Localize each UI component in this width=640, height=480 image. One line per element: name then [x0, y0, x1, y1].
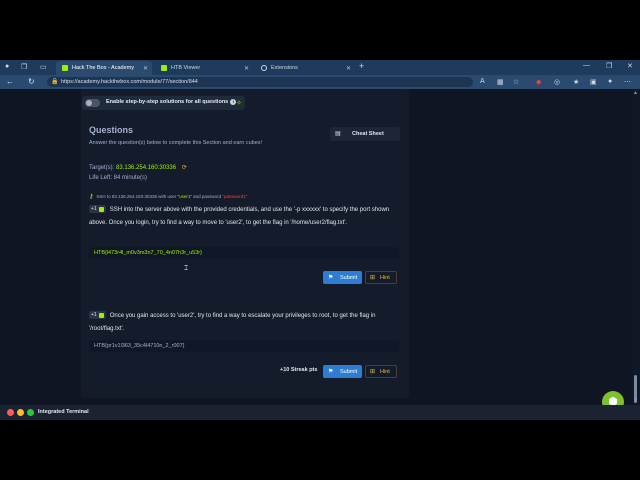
solutions-toggle-label: Enable step-by-step solutions for all qu…	[106, 99, 237, 105]
hint-icon: ⊞	[370, 369, 376, 375]
hint-button-2[interactable]: ⊞ Hint	[365, 365, 397, 378]
terminal-label: Integrated Terminal	[38, 409, 89, 415]
cheat-sheet-button[interactable]: ▤ Cheat Sheet	[330, 127, 400, 141]
terminal-maximize-icon[interactable]	[27, 409, 34, 416]
back-icon[interactable]: ←	[6, 77, 14, 86]
cube-icon	[98, 312, 104, 318]
lock-icon: 🔒	[51, 79, 59, 85]
hint-label: Hint	[380, 369, 390, 375]
collections-icon[interactable]: ▣	[590, 78, 597, 86]
hint-icon: ⊞	[370, 275, 376, 281]
browser-window: ● ❐ ▭ Hack The Box - Academy ✕ HTB Viewe…	[0, 60, 640, 420]
profile-avatar-icon[interactable]: ●	[608, 78, 612, 85]
ssh-password: "password1"	[222, 194, 248, 199]
submit-label: Submit	[340, 369, 358, 375]
cube-icon	[98, 206, 104, 212]
scroll-down-icon[interactable]: ▼	[633, 397, 638, 403]
browser-essentials-icon[interactable]: ◎	[554, 78, 560, 86]
tab-strip: ● ❐ ▭ Hack The Box - Academy ✕ HTB Viewe…	[0, 60, 640, 75]
magic-wand-icon: ✧	[236, 100, 242, 107]
close-tab-icon[interactable]: ✕	[143, 65, 148, 72]
question-1-text: +1 SSH into the server above with the pro…	[89, 205, 390, 226]
tab-extensions[interactable]: Extensions ✕	[255, 61, 355, 75]
read-aloud-icon[interactable]: A	[480, 78, 485, 85]
settings-menu-icon[interactable]: ⋯	[624, 78, 631, 86]
document-icon: ▤	[335, 131, 341, 137]
answer-input-2[interactable]: HTB{pr1v1l363_35c4l4710n_2_r007}	[89, 340, 399, 352]
url-text: https://academy.hackthebox.com/module/77…	[61, 79, 198, 85]
close-window-icon[interactable]: ✕	[627, 62, 633, 70]
htb-favicon-icon	[62, 65, 68, 71]
target-line: Target(s): 83.136.254.160:30336 ⟳	[89, 164, 187, 171]
flag-icon: ⚑	[328, 275, 334, 281]
solutions-toggle-bar: Enable step-by-step solutions for all qu…	[82, 96, 245, 110]
page-content: Enable step-by-step solutions for all qu…	[0, 89, 632, 405]
url-field[interactable]: 🔒 https://academy.hackthebox.com/module/…	[47, 77, 473, 87]
hint-button-1[interactable]: ⊞ Hint	[365, 271, 397, 284]
target-ip: 83.136.254.160:30336	[116, 165, 177, 171]
integrated-terminal-bar[interactable]: Integrated Terminal	[0, 405, 640, 420]
page-scrollbar[interactable]: ▲ ▼	[632, 89, 640, 405]
question-2-text: +1 Once you gain access to 'user2', try t…	[89, 311, 376, 332]
targets-label: Target(s):	[89, 165, 115, 171]
tab-label: Extensions	[271, 65, 298, 71]
tab-hack-the-box-academy[interactable]: Hack The Box - Academy ✕	[56, 61, 152, 75]
close-tab-icon[interactable]: ✕	[346, 65, 351, 72]
minimize-icon[interactable]: —	[583, 62, 590, 69]
answer-input-1[interactable]: HTB{l473r4l_m0v3m3n7_70_4n07h3r_u53r}	[89, 247, 399, 259]
ssh-user: "user1"	[177, 194, 192, 199]
submit-button-1[interactable]: ⚑ Submit	[323, 271, 362, 284]
app-available-icon[interactable]: ▦	[497, 78, 504, 86]
hint-label: Hint	[380, 275, 390, 281]
terminal-minimize-icon[interactable]	[17, 409, 24, 416]
new-tab-icon[interactable]: +	[359, 61, 364, 71]
solutions-toggle-switch[interactable]	[85, 99, 100, 107]
cube-reward-badge: +1	[89, 311, 106, 320]
questions-title: Questions	[89, 125, 134, 135]
terminal-close-icon[interactable]	[7, 409, 14, 416]
htb-favicon-icon	[161, 65, 167, 71]
maximize-icon[interactable]: ❐	[606, 62, 612, 70]
scroll-up-icon[interactable]: ▲	[633, 90, 638, 96]
tab-htb-viewer[interactable]: HTB Viewer ✕	[155, 61, 253, 75]
refresh-icon[interactable]: ↻	[28, 77, 35, 86]
cube-reward-badge: +1	[89, 205, 106, 214]
extension-icon[interactable]: ◆	[536, 78, 541, 86]
ssh-note: ⚷ SSH to 83.136.254.160:30336 with user "…	[89, 194, 248, 200]
address-bar: ← ↻ 🔒 https://academy.hackthebox.com/mod…	[0, 75, 640, 89]
favorites-icon[interactable]: ★	[573, 78, 579, 86]
tab-actions-icon[interactable]: ▭	[40, 63, 47, 71]
reset-target-icon[interactable]: ⟳	[182, 165, 187, 171]
flag-icon: ⚑	[328, 369, 334, 375]
tab-label: HTB Viewer	[171, 65, 201, 71]
submit-label: Submit	[340, 275, 358, 281]
key-icon: ⚷	[89, 194, 94, 200]
favorite-star-icon[interactable]: ☆	[513, 78, 519, 86]
tab-label: Hack The Box - Academy	[72, 65, 134, 71]
close-tab-icon[interactable]: ✕	[244, 65, 249, 72]
cheat-sheet-label: Cheat Sheet	[352, 131, 384, 137]
workspaces-icon[interactable]: ❐	[21, 63, 27, 71]
questions-subtitle: Answer the question(s) below to complete…	[89, 140, 263, 146]
profile-icon[interactable]: ●	[5, 63, 9, 70]
life-left: Life Left: 84 minute(s)	[89, 175, 148, 181]
mouse-cursor-icon: ⌶	[184, 265, 189, 272]
streak-points: +10 Streak pts	[280, 367, 318, 373]
submit-button-2[interactable]: ⚑ Submit	[323, 365, 362, 378]
extensions-favicon-icon	[261, 65, 267, 71]
